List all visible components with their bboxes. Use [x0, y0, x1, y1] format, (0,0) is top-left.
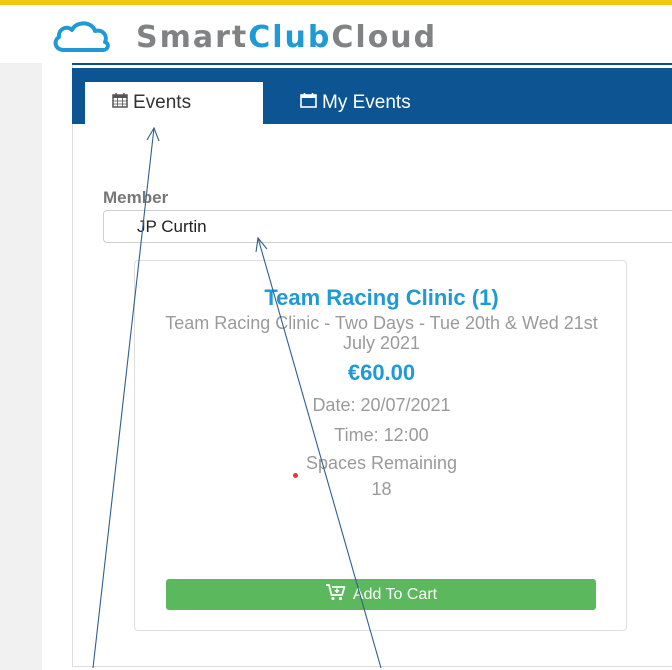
tab-label: Events — [133, 92, 192, 113]
event-time: Time: 12:00 — [334, 425, 429, 445]
member-label: Member — [103, 188, 169, 207]
tab-my-events[interactable]: My Events — [300, 82, 411, 124]
brand-logo[interactable]: SmartClubCloud — [50, 17, 437, 57]
cart-plus-icon — [325, 583, 353, 606]
event-price: €60.00 — [347, 360, 416, 385]
member-selected-value: JP Curtin — [137, 217, 207, 236]
calendar-outline-icon — [300, 92, 322, 114]
member-select[interactable]: JP Curtin — [103, 210, 672, 243]
red-dot-marker — [293, 473, 298, 478]
app-header: SmartClubCloud — [0, 5, 672, 63]
event-title[interactable]: Team Racing Clinic (1) — [135, 285, 628, 311]
brand-name: SmartClubCloud — [136, 20, 437, 55]
left-gutter — [0, 63, 42, 670]
tab-events[interactable]: Events — [85, 82, 263, 124]
add-to-cart-button[interactable]: Add To Cart — [166, 579, 596, 610]
event-date: Date: 20/07/2021 — [312, 395, 451, 415]
event-card: Team Racing Clinic (1) Team Racing Clini… — [134, 260, 627, 631]
calendar-icon — [112, 92, 133, 114]
brand-name-part: Cloud — [331, 19, 438, 55]
brand-name-part: Smart — [136, 19, 249, 55]
spaces-remaining-value: 18 — [371, 479, 392, 499]
tab-label: My Events — [322, 92, 411, 113]
event-description: Team Racing Clinic - Two Days - Tue 20th… — [165, 313, 598, 353]
tab-bar: Events My Events — [72, 68, 672, 124]
add-to-cart-label: Add To Cart — [352, 585, 438, 603]
brand-name-part: Club — [248, 19, 332, 55]
spaces-remaining-label: Spaces Remaining — [305, 453, 458, 473]
cloud-logo-icon — [50, 19, 130, 55]
panel-top-border — [72, 63, 672, 65]
